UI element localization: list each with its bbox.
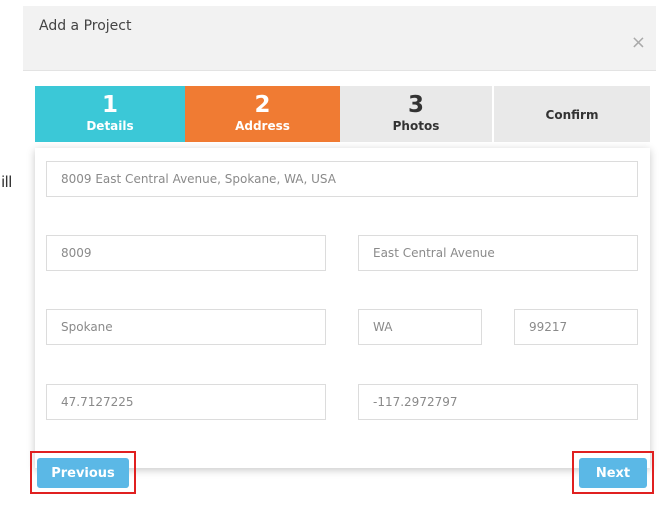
previous-button[interactable]: Previous (37, 458, 129, 488)
background-partial-text: ill (1, 174, 12, 191)
wizard-steps: 1 Details 2 Address 3 Photos Confirm (35, 86, 650, 142)
step-label: Details (86, 119, 134, 133)
longitude-field[interactable]: -117.2972797 (358, 384, 638, 420)
latitude-field[interactable]: 47.7127225 (46, 384, 326, 420)
step-label: Address (235, 119, 290, 133)
modal-title: Add a Project (39, 18, 132, 34)
street-number-field[interactable]: 8009 (46, 235, 326, 271)
full-address-field[interactable]: 8009 East Central Avenue, Spokane, WA, U… (46, 161, 638, 197)
step-number: 1 (101, 92, 118, 118)
step-photos[interactable]: 3 Photos (340, 86, 494, 142)
step-details[interactable]: 1 Details (35, 86, 185, 142)
step-number: 2 (254, 92, 271, 118)
step-label: Photos (392, 119, 440, 133)
step-label: Confirm (545, 108, 599, 122)
step-confirm[interactable]: Confirm (494, 86, 650, 142)
city-field[interactable]: Spokane (46, 309, 326, 345)
modal-header: Add a Project × (23, 6, 656, 71)
step-number: 3 (407, 92, 424, 118)
street-name-field[interactable]: East Central Avenue (358, 235, 638, 271)
state-field[interactable]: WA (358, 309, 482, 345)
close-icon[interactable]: × (631, 32, 646, 53)
address-form: 8009 East Central Avenue, Spokane, WA, U… (35, 148, 650, 468)
next-button[interactable]: Next (579, 458, 647, 488)
step-address[interactable]: 2 Address (185, 86, 340, 142)
zip-field[interactable]: 99217 (514, 309, 638, 345)
